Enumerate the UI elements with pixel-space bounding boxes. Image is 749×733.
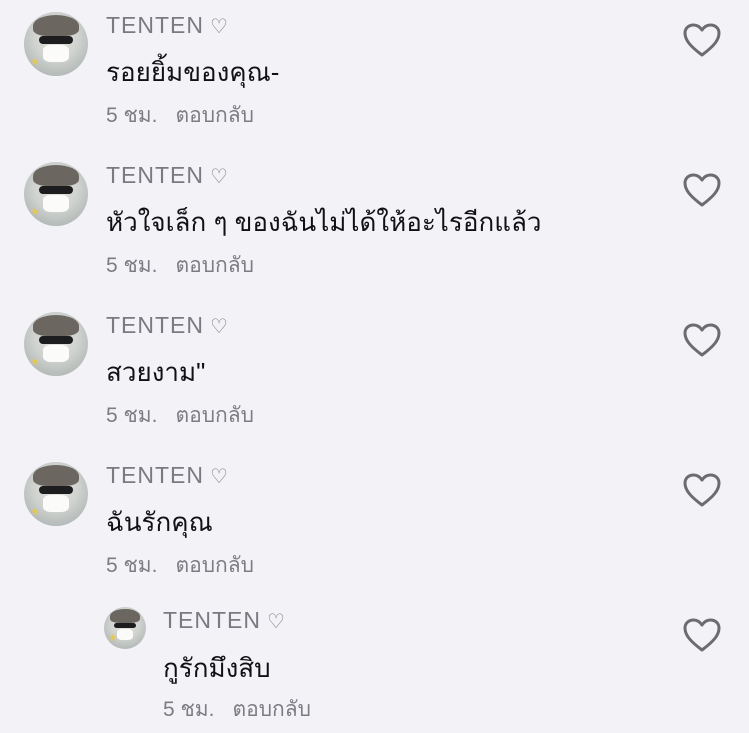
- avatar[interactable]: ★: [24, 312, 88, 376]
- comment-text: รอยยิ้มของคุณ-: [106, 57, 280, 87]
- heart-outline-icon: [683, 618, 721, 652]
- username-label: TENTEN: [163, 607, 261, 633]
- avatar-sunglasses: [39, 36, 73, 44]
- reply-button[interactable]: ตอบกลับ: [175, 554, 254, 577]
- username[interactable]: TENTEN ♡: [106, 162, 229, 189]
- comment-item: ★ TENTEN ♡ หัวใจเล็ก ๆ ของฉันไม่ได้ให้อะไ…: [0, 150, 749, 290]
- avatar-mask: [43, 345, 69, 362]
- like-button[interactable]: [682, 172, 722, 208]
- timestamp: 5 ชม.: [106, 104, 158, 127]
- star-icon: ★: [30, 507, 40, 519]
- like-button[interactable]: [682, 322, 722, 358]
- like-button[interactable]: [682, 22, 722, 58]
- username[interactable]: TENTEN ♡: [163, 607, 286, 634]
- comment-meta: 5 ชม. ตอบกลับ: [106, 249, 254, 282]
- timestamp: 5 ชม.: [106, 404, 158, 427]
- avatar-mask: [116, 628, 134, 640]
- comment-item: ★ TENTEN ♡ รอยยิ้มของคุณ- 5 ชม. ตอบกลับ: [0, 0, 749, 140]
- comment-item: ★ TENTEN ♡ ฉันรักคุณ 5 ชม. ตอบกลับ: [0, 450, 749, 590]
- avatar[interactable]: ★: [104, 607, 146, 649]
- avatar-hair: [109, 608, 141, 623]
- avatar-mask: [43, 195, 69, 212]
- reply-item: ★ TENTEN ♡ กูรักมึงสิบ 5 ชม. ตอบกลับ: [0, 603, 749, 733]
- creator-heart-icon: ♡: [210, 166, 229, 188]
- heart-outline-icon: [683, 23, 721, 57]
- avatar[interactable]: ★: [24, 12, 88, 76]
- reply-button[interactable]: ตอบกลับ: [175, 104, 254, 127]
- avatar-hair: [32, 14, 80, 37]
- reply-button[interactable]: ตอบกลับ: [232, 698, 311, 721]
- timestamp: 5 ชม.: [106, 254, 158, 277]
- reply-button[interactable]: ตอบกลับ: [175, 404, 254, 427]
- avatar-sunglasses: [114, 622, 136, 628]
- avatar-sunglasses: [39, 336, 73, 344]
- timestamp: 5 ชม.: [106, 554, 158, 577]
- username-label: TENTEN: [106, 162, 204, 188]
- star-icon: ★: [30, 57, 40, 69]
- avatar-mask: [43, 495, 69, 512]
- avatar-hair: [32, 314, 80, 337]
- comment-meta: 5 ชม. ตอบกลับ: [163, 693, 311, 726]
- avatar-hair: [32, 464, 80, 487]
- heart-outline-icon: [683, 323, 721, 357]
- username[interactable]: TENTEN ♡: [106, 12, 229, 39]
- comment-text: ฉันรักคุณ: [106, 507, 213, 537]
- comment-meta: 5 ชม. ตอบกลับ: [106, 549, 254, 582]
- avatar[interactable]: ★: [24, 462, 88, 526]
- comment-text: หัวใจเล็ก ๆ ของฉันไม่ได้ให้อะไรอีกแล้ว: [106, 207, 542, 237]
- avatar-mask: [43, 45, 69, 62]
- username[interactable]: TENTEN ♡: [106, 312, 229, 339]
- username-label: TENTEN: [106, 462, 204, 488]
- reply-button[interactable]: ตอบกลับ: [175, 254, 254, 277]
- username[interactable]: TENTEN ♡: [106, 462, 229, 489]
- creator-heart-icon: ♡: [267, 611, 286, 633]
- comment-item: ★ TENTEN ♡ สวยงาม" 5 ชม. ตอบกลับ: [0, 300, 749, 440]
- heart-outline-icon: [683, 473, 721, 507]
- comment-text: กูรักมึงสิบ: [163, 653, 271, 683]
- avatar-hair: [32, 164, 80, 187]
- username-label: TENTEN: [106, 312, 204, 338]
- timestamp: 5 ชม.: [163, 698, 215, 721]
- star-icon: ★: [30, 207, 40, 219]
- avatar-sunglasses: [39, 486, 73, 494]
- avatar-sunglasses: [39, 186, 73, 194]
- heart-outline-icon: [683, 173, 721, 207]
- avatar[interactable]: ★: [24, 162, 88, 226]
- creator-heart-icon: ♡: [210, 466, 229, 488]
- creator-heart-icon: ♡: [210, 16, 229, 38]
- creator-heart-icon: ♡: [210, 316, 229, 338]
- star-icon: ★: [30, 357, 40, 369]
- comment-meta: 5 ชม. ตอบกลับ: [106, 99, 254, 132]
- comment-text: สวยงาม": [106, 357, 206, 387]
- like-button[interactable]: [682, 617, 722, 653]
- star-icon: ★: [108, 632, 118, 644]
- comment-meta: 5 ชม. ตอบกลับ: [106, 399, 254, 432]
- like-button[interactable]: [682, 472, 722, 508]
- username-label: TENTEN: [106, 12, 204, 38]
